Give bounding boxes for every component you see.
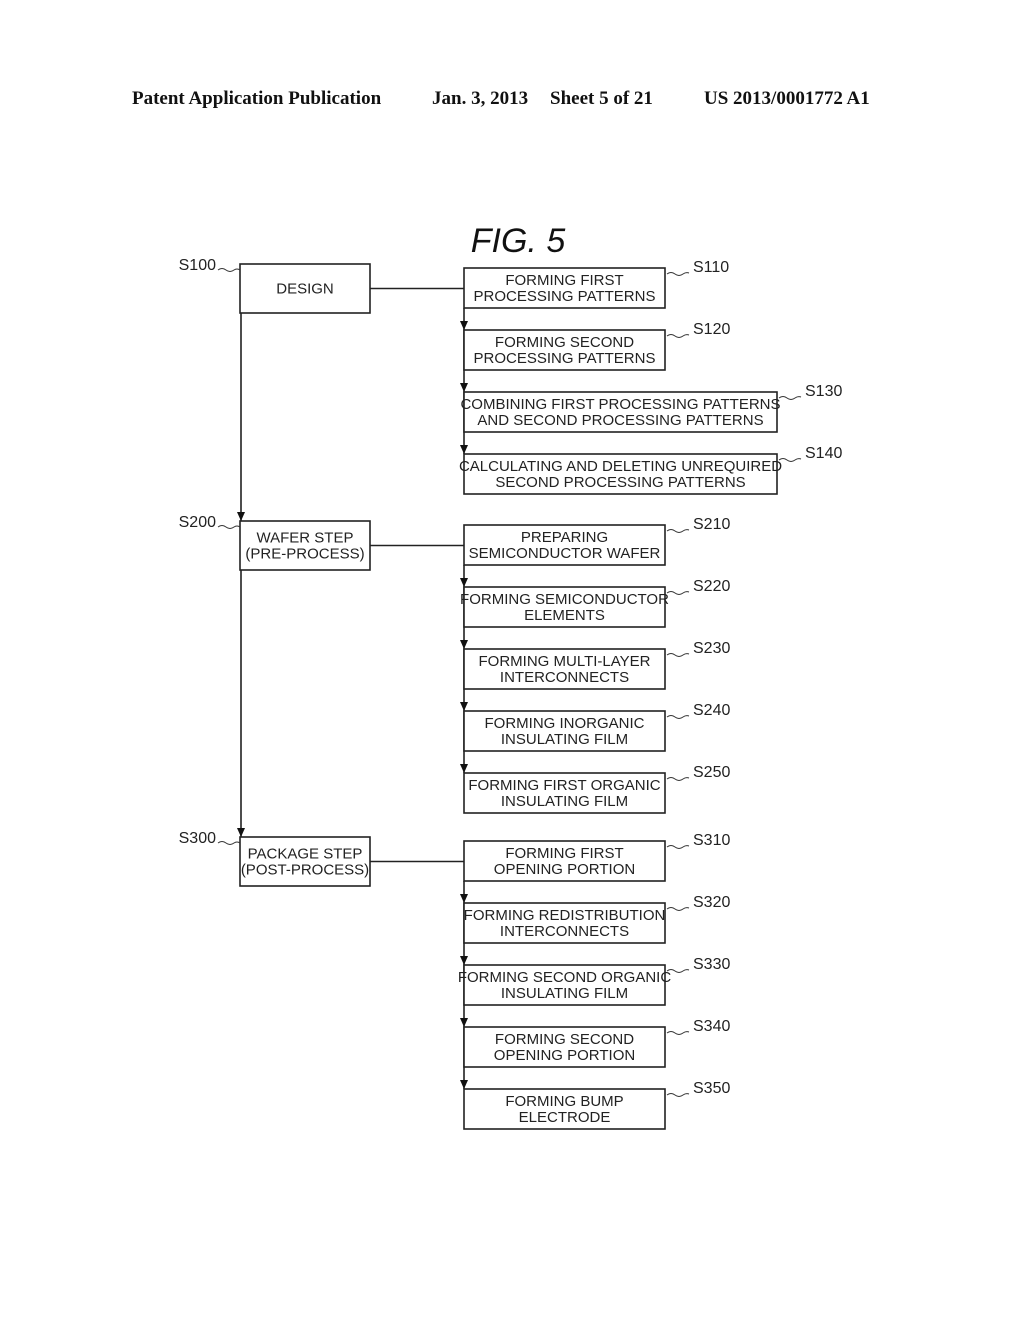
arrow-head	[237, 512, 245, 521]
main-step-s200-text: WAFER STEP	[257, 530, 354, 547]
sub-step-s330-text: INSULATING FILM	[501, 985, 628, 1002]
sub-step-s240-text: FORMING INORGANIC	[485, 715, 645, 732]
sub-step-s220-text: FORMING SEMICONDUCTOR	[460, 591, 669, 608]
step-label-s230: S230	[693, 640, 730, 657]
sub-step-s330: FORMING SECOND ORGANICINSULATING FILM	[458, 964, 672, 1006]
sub-step-s230: FORMING MULTI-LAYERINTERCONNECTS	[463, 648, 666, 690]
leader-line	[217, 525, 241, 529]
step-label-s320: S320	[693, 894, 730, 911]
sub-step-s210-text: SEMICONDUCTOR WAFER	[469, 545, 661, 562]
sub-step-s220-text: ELEMENTS	[524, 607, 605, 624]
arrow-head	[460, 764, 468, 773]
leader-line	[666, 653, 690, 657]
leader-line	[666, 1031, 690, 1035]
main-step-s300: PACKAGE STEP(POST-PROCESS)	[239, 836, 371, 887]
arrow-head	[237, 828, 245, 837]
sub-step-s210-text: PREPARING	[521, 529, 608, 546]
leader-line	[666, 591, 690, 595]
arrow-head	[460, 1018, 468, 1027]
sub-step-s230-text: INTERCONNECTS	[500, 669, 629, 686]
step-label-s340: S340	[693, 1018, 730, 1035]
leader-line	[217, 268, 241, 272]
sub-step-s310-text: FORMING FIRST	[505, 845, 623, 862]
sub-step-s230-text: FORMING MULTI-LAYER	[479, 653, 651, 670]
sub-step-s340: FORMING SECONDOPENING PORTION	[463, 1026, 666, 1068]
sub-step-s250-text: INSULATING FILM	[501, 793, 628, 810]
main-step-s200: WAFER STEP(PRE-PROCESS)	[239, 520, 371, 571]
leader-line	[666, 272, 690, 276]
sub-step-s350-text: FORMING BUMP	[505, 1093, 623, 1110]
main-step-s100-text: DESIGN	[276, 281, 334, 298]
sub-step-s220: FORMING SEMICONDUCTORELEMENTS	[460, 586, 669, 628]
sub-step-s140: CALCULATING AND DELETING UNREQUIREDSECON…	[459, 453, 782, 495]
sub-step-s350: FORMING BUMPELECTRODE	[463, 1088, 666, 1130]
arrow-head	[460, 445, 468, 454]
sub-step-s130-text: COMBINING FIRST PROCESSING PATTERNS	[460, 396, 780, 413]
leader-line	[666, 715, 690, 719]
arrow-head	[460, 321, 468, 330]
sub-step-s110-text: FORMING FIRST	[505, 272, 623, 289]
sub-step-s340-text: FORMING SECOND	[495, 1031, 634, 1048]
sub-step-s350-text: ELECTRODE	[519, 1109, 611, 1126]
leader-line	[666, 529, 690, 533]
step-label-s140: S140	[805, 445, 842, 462]
arrow-head	[460, 956, 468, 965]
sub-step-s320-text: FORMING REDISTRIBUTION	[464, 907, 666, 924]
arrow-head	[460, 1080, 468, 1089]
sub-step-s330-text: FORMING SECOND ORGANIC	[458, 969, 672, 986]
sub-step-s110: FORMING FIRSTPROCESSING PATTERNS	[463, 267, 666, 309]
sub-step-s320-text: INTERCONNECTS	[500, 923, 629, 940]
flowchart: DESIGNS100FORMING FIRSTPROCESSING PATTER…	[179, 257, 842, 1130]
leader-line	[666, 1093, 690, 1097]
leader-line	[666, 907, 690, 911]
arrow-head	[460, 702, 468, 711]
step-label-s210: S210	[693, 516, 730, 533]
main-step-s300-text: (POST-PROCESS)	[241, 862, 369, 879]
step-label-s220: S220	[693, 578, 730, 595]
sub-step-s250: FORMING FIRST ORGANICINSULATING FILM	[463, 772, 666, 814]
sub-step-s110-text: PROCESSING PATTERNS	[474, 288, 656, 305]
sub-step-s120: FORMING SECONDPROCESSING PATTERNS	[463, 329, 666, 371]
sub-step-s310-text: OPENING PORTION	[494, 861, 635, 878]
sub-step-s130-text: AND SECOND PROCESSING PATTERNS	[477, 412, 763, 429]
main-step-s200-text: (PRE-PROCESS)	[245, 546, 364, 563]
step-label-s250: S250	[693, 764, 730, 781]
step-label-s300: S300	[179, 830, 216, 847]
leader-line	[778, 458, 802, 462]
step-label-s130: S130	[805, 383, 842, 400]
step-label-s350: S350	[693, 1080, 730, 1097]
arrow-head	[460, 894, 468, 903]
leader-line	[778, 396, 802, 400]
arrow-head	[460, 640, 468, 649]
sub-step-s130: COMBINING FIRST PROCESSING PATTERNSAND S…	[460, 391, 781, 433]
arrow-head	[460, 383, 468, 392]
sub-step-s120-text: PROCESSING PATTERNS	[474, 350, 656, 367]
step-label-s200: S200	[179, 514, 216, 531]
leader-line	[666, 777, 690, 781]
main-step-s100: DESIGN	[239, 263, 371, 314]
leader-line	[666, 845, 690, 849]
sub-step-s240: FORMING INORGANICINSULATING FILM	[463, 710, 666, 752]
main-step-s300-text: PACKAGE STEP	[248, 846, 363, 863]
sub-step-s140-text: SECOND PROCESSING PATTERNS	[495, 474, 745, 491]
step-label-s100: S100	[179, 257, 216, 274]
step-label-s330: S330	[693, 956, 730, 973]
sub-step-s240-text: INSULATING FILM	[501, 731, 628, 748]
step-label-s110: S110	[693, 259, 729, 276]
sub-step-s340-text: OPENING PORTION	[494, 1047, 635, 1064]
sub-step-s320: FORMING REDISTRIBUTIONINTERCONNECTS	[463, 902, 666, 944]
step-label-s310: S310	[693, 832, 730, 849]
sub-step-s250-text: FORMING FIRST ORGANIC	[468, 777, 660, 794]
step-label-s120: S120	[693, 321, 730, 338]
sub-step-s210: PREPARINGSEMICONDUCTOR WAFER	[463, 524, 666, 566]
sub-step-s310: FORMING FIRSTOPENING PORTION	[463, 840, 666, 882]
arrow-head	[460, 578, 468, 587]
leader-line	[217, 841, 241, 845]
leader-line	[666, 334, 690, 338]
step-label-s240: S240	[693, 702, 730, 719]
sub-step-s120-text: FORMING SECOND	[495, 334, 634, 351]
sub-step-s140-text: CALCULATING AND DELETING UNREQUIRED	[459, 458, 782, 475]
